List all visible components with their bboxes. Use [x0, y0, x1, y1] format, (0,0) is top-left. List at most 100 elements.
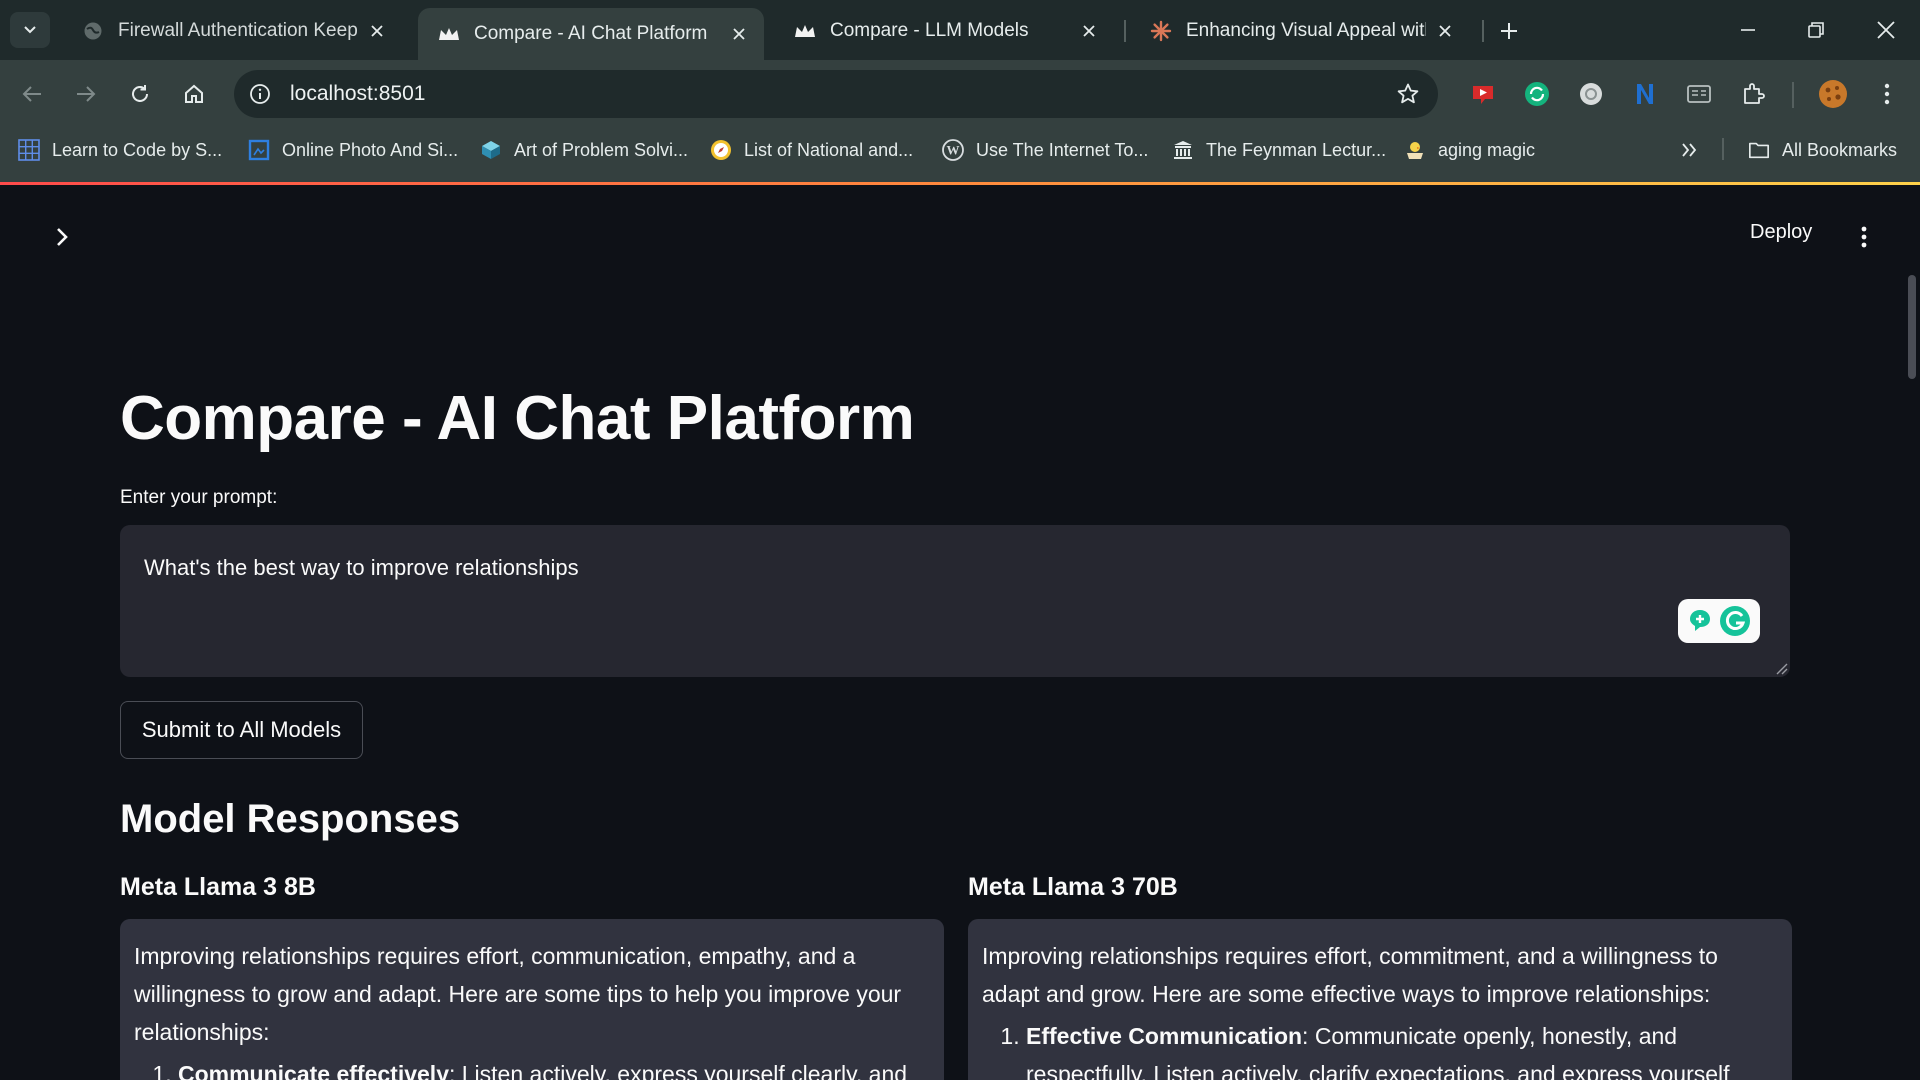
- double-chevron-right-icon: [1678, 139, 1700, 161]
- reload-button[interactable]: [120, 74, 160, 114]
- tab-search-button[interactable]: [10, 12, 50, 48]
- home-icon: [185, 84, 203, 103]
- tab-title: Compare - LLM Models: [830, 20, 1029, 41]
- tab-strip: Firewall Authentication Keepaliv Compare…: [0, 0, 1920, 60]
- toolbar-separator: [1792, 82, 1794, 108]
- resize-handle-icon[interactable]: [1774, 661, 1788, 675]
- notion-extension-icon[interactable]: [1630, 79, 1660, 109]
- forward-button[interactable]: [66, 74, 106, 114]
- plus-icon: [1501, 23, 1517, 39]
- compass-icon: [710, 139, 732, 161]
- site-info-icon[interactable]: [248, 82, 272, 106]
- grammarly-widget[interactable]: [1678, 599, 1760, 643]
- section-title: Model Responses: [120, 797, 461, 841]
- response-list: Communicate effectively: Listen actively…: [134, 1055, 930, 1080]
- bookmark-learn-to-code[interactable]: Learn to Code by S...: [18, 135, 222, 165]
- grid-icon: [18, 139, 40, 161]
- restore-button[interactable]: [1792, 12, 1840, 48]
- bookmarks-overflow-button[interactable]: [1678, 135, 1712, 165]
- aops-icon: [480, 139, 502, 161]
- bookmark-list-national[interactable]: List of National and...: [710, 135, 913, 165]
- back-button[interactable]: [12, 74, 52, 114]
- url-text: localhost:8501: [290, 82, 426, 105]
- model-name-llama3-70b: Meta Llama 3 70B: [968, 873, 1178, 901]
- sidebar-toggle-button[interactable]: [46, 221, 78, 253]
- claude-sunburst-icon: [1150, 20, 1172, 42]
- new-tab-button[interactable]: [1494, 16, 1524, 46]
- wordpress-icon: W: [942, 139, 964, 161]
- bookmark-feynman[interactable]: The Feynman Lectur...: [1172, 135, 1386, 165]
- response-intro: Improving relationships requires effort,…: [982, 943, 1718, 1007]
- close-icon[interactable]: [1078, 20, 1100, 42]
- chevron-right-icon: [57, 228, 68, 246]
- close-icon: [1877, 21, 1895, 39]
- bookmark-label: The Feynman Lectur...: [1206, 139, 1387, 160]
- bookmark-online-photo[interactable]: Online Photo And Si...: [248, 135, 458, 165]
- page-title: Compare - AI Chat Platform: [120, 384, 915, 453]
- prompt-value: What's the best way to improve relations…: [144, 555, 579, 580]
- close-window-button[interactable]: [1862, 12, 1910, 48]
- page-scrollbar[interactable]: [1908, 275, 1916, 379]
- prompt-textarea[interactable]: What's the best way to improve relations…: [120, 525, 1790, 677]
- profile-avatar-icon[interactable]: [1818, 79, 1848, 109]
- close-icon[interactable]: [728, 23, 750, 45]
- folder-icon: [1748, 139, 1770, 161]
- circle-extension-icon[interactable]: [1576, 79, 1606, 109]
- video-extension-icon[interactable]: [1468, 79, 1498, 109]
- grammarly-icon: [1719, 606, 1750, 636]
- browser-menu-icon[interactable]: [1872, 79, 1902, 109]
- photo-editor-icon: [248, 139, 270, 161]
- bookmark-use-internet[interactable]: W Use The Internet To...: [942, 135, 1148, 165]
- address-bar[interactable]: localhost:8501: [234, 70, 1438, 118]
- app-main: Deploy Compare - AI Chat Platform Enter …: [0, 185, 1920, 1080]
- response-list-item: Communicate effectively: Listen actively…: [178, 1055, 930, 1080]
- bookmark-label: Use The Internet To...: [976, 139, 1149, 160]
- restore-icon: [1808, 22, 1824, 38]
- arrow-left-icon: [22, 86, 41, 102]
- more-vertical-icon: [1861, 226, 1867, 248]
- extensions-puzzle-icon[interactable]: [1738, 79, 1768, 109]
- bookmark-star-icon[interactable]: [1396, 82, 1420, 106]
- home-button[interactable]: [174, 74, 214, 114]
- arrow-right-icon: [77, 86, 96, 102]
- reload-icon: [132, 85, 148, 102]
- streamlit-crown-icon: [794, 20, 816, 42]
- response-intro: Improving relationships requires effort,…: [134, 943, 902, 1045]
- bookmark-label: Online Photo And Si...: [282, 139, 459, 160]
- tab-separator: [1482, 20, 1484, 42]
- response-card-llama3-8b: Improving relationships requires effort,…: [120, 919, 944, 1080]
- bookmark-label: aging magic: [1438, 139, 1536, 160]
- minimize-button[interactable]: [1724, 12, 1772, 48]
- tab-compare-llm[interactable]: Compare - LLM Models: [774, 8, 1114, 54]
- all-bookmarks-button[interactable]: All Bookmarks: [1748, 135, 1897, 165]
- refresh-extension-icon[interactable]: [1522, 79, 1552, 109]
- model-name-llama3-8b: Meta Llama 3 8B: [120, 873, 316, 901]
- bookmark-label: List of National and...: [744, 139, 914, 160]
- prompt-label: Enter your prompt:: [120, 487, 278, 508]
- close-icon[interactable]: [1434, 20, 1456, 42]
- tab-title: Enhancing Visual Appeal with C: [1186, 20, 1426, 41]
- chick-icon: [1404, 139, 1426, 161]
- submit-all-models-button[interactable]: Submit to All Models: [120, 701, 363, 759]
- svg-text:W: W: [947, 143, 960, 158]
- response-item-text: : Listen actively, express yourself clea…: [448, 1061, 908, 1080]
- tab-title: Firewall Authentication Keepaliv: [118, 20, 358, 41]
- bookmark-aops[interactable]: Art of Problem Solvi...: [480, 135, 688, 165]
- tab-compare-ai-chat[interactable]: Compare - AI Chat Platform: [418, 8, 764, 60]
- app-menu-button[interactable]: [1850, 221, 1878, 253]
- close-icon[interactable]: [366, 20, 388, 42]
- bookmark-aging-magic[interactable]: aging magic: [1404, 135, 1535, 165]
- grammarly-assist-icon: [1689, 610, 1710, 631]
- response-item-title: Communicate effectively: [178, 1061, 449, 1080]
- response-list: Effective Communication: Communicate ope…: [982, 1017, 1778, 1080]
- building-icon: [1172, 139, 1194, 161]
- bookmark-label: Art of Problem Solvi...: [514, 139, 689, 160]
- tab-title: Compare - AI Chat Platform: [474, 23, 708, 44]
- bookmark-label: Learn to Code by S...: [52, 139, 223, 160]
- tab-enhancing-visual[interactable]: Enhancing Visual Appeal with C: [1130, 8, 1470, 54]
- tab-separator: [1124, 20, 1126, 42]
- reader-extension-icon[interactable]: [1684, 79, 1714, 109]
- deploy-button[interactable]: Deploy: [1750, 221, 1812, 244]
- tab-firewall[interactable]: Firewall Authentication Keepaliv: [62, 8, 402, 54]
- minimize-icon: [1741, 29, 1755, 31]
